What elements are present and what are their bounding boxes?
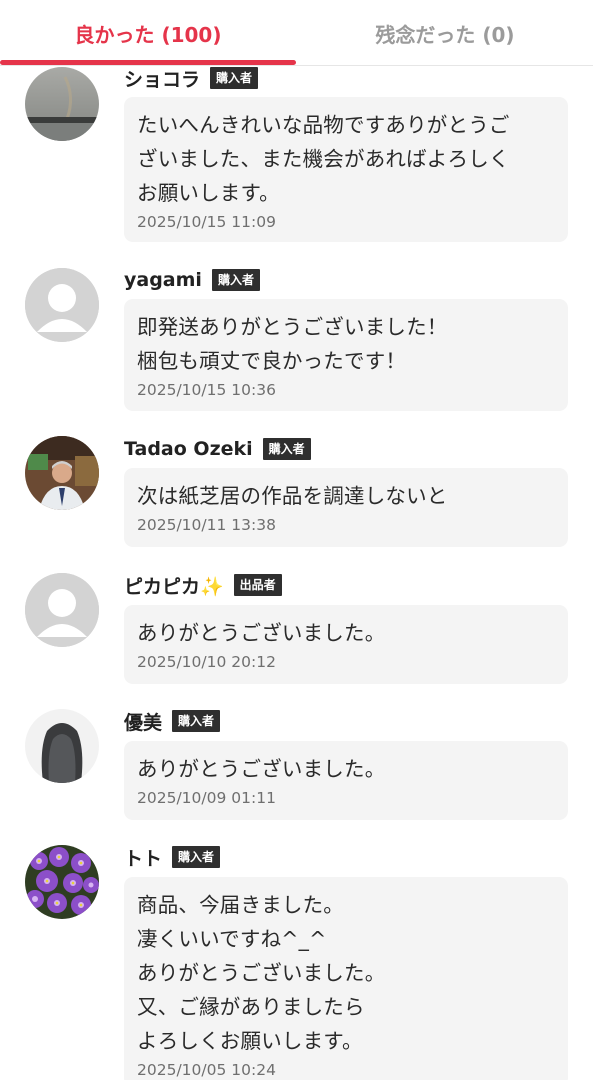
avatar[interactable] bbox=[25, 709, 99, 783]
review-date: 2025/10/11 13:38 bbox=[137, 516, 276, 534]
review-bubble: たいへんきれいな品物ですありがとうご ざいました、また機会があればよろしく お願… bbox=[124, 97, 568, 242]
review-message: 商品、今届きました。 凄くいいですね^_^ ありがとうございました。 又、ご縁が… bbox=[137, 893, 386, 1053]
avatar[interactable] bbox=[25, 573, 99, 647]
review-date: 2025/10/05 10:24 bbox=[137, 1061, 276, 1079]
review-bubble: ありがとうございました。 2025/10/10 20:12 bbox=[124, 605, 568, 684]
review-message: ありがとうございました。 bbox=[137, 621, 386, 645]
role-badge: 購入者 bbox=[211, 269, 260, 291]
username[interactable]: yagami bbox=[124, 269, 202, 291]
review-header: yagami 購入者 bbox=[124, 267, 260, 293]
review-message: ありがとうございました。 bbox=[137, 757, 386, 781]
review-date: 2025/10/15 10:36 bbox=[137, 381, 276, 399]
username[interactable]: Tadao Ozeki bbox=[124, 438, 253, 460]
review-header: トト 購入者 bbox=[124, 844, 221, 871]
review-header: 優美 購入者 bbox=[124, 708, 221, 735]
username[interactable]: 優美 bbox=[124, 708, 162, 735]
flowers-photo-icon bbox=[25, 845, 99, 919]
tab-good[interactable]: 良かった (100) bbox=[0, 0, 296, 66]
tab-bad-label: 残念だった (0) bbox=[375, 22, 515, 47]
review-date: 2025/10/15 11:09 bbox=[137, 213, 276, 231]
review-tabbar: 良かった (100) 残念だった (0) bbox=[0, 0, 593, 66]
hair-photo-icon bbox=[25, 709, 99, 783]
review-message: 次は紙芝居の作品を調達しないと bbox=[137, 484, 448, 508]
username[interactable]: ピカピカ✨ bbox=[124, 572, 224, 599]
review-message: 即発送ありがとうございました！ 梱包も頑丈で良かったです！ bbox=[137, 315, 448, 373]
avatar[interactable] bbox=[25, 268, 99, 342]
review-header: Tadao Ozeki 購入者 bbox=[124, 436, 311, 462]
review-bubble: ありがとうございました。 2025/10/09 01:11 bbox=[124, 741, 568, 820]
avatar[interactable] bbox=[25, 436, 99, 510]
review-bubble: 商品、今届きました。 凄くいいですね^_^ ありがとうございました。 又、ご縁が… bbox=[124, 877, 568, 1080]
tab-bad[interactable]: 残念だった (0) bbox=[297, 0, 593, 66]
role-badge: 出品者 bbox=[233, 574, 282, 596]
role-badge: 購入者 bbox=[210, 67, 259, 89]
username[interactable]: ショコラ bbox=[124, 65, 200, 92]
role-badge: 購入者 bbox=[172, 710, 221, 732]
role-badge: 購入者 bbox=[172, 846, 221, 868]
review-message: たいへんきれいな品物ですありがとうご ざいました、また機会があればよろしく お願… bbox=[137, 113, 510, 205]
default-user-icon bbox=[25, 573, 99, 647]
tab-good-label: 良かった (100) bbox=[74, 22, 222, 47]
review-date: 2025/10/09 01:11 bbox=[137, 789, 276, 807]
review-header: ショコラ 購入者 bbox=[124, 65, 259, 92]
person-photo-icon bbox=[25, 436, 99, 510]
review-header: ピカピカ✨ 出品者 bbox=[124, 572, 282, 598]
role-badge: 購入者 bbox=[262, 438, 311, 460]
avatar[interactable] bbox=[25, 845, 99, 919]
review-bubble: 次は紙芝居の作品を調達しないと 2025/10/11 13:38 bbox=[124, 468, 568, 547]
default-user-icon bbox=[25, 268, 99, 342]
review-bubble: 即発送ありがとうございました！ 梱包も頑丈で良かったです！ 2025/10/15… bbox=[124, 299, 568, 411]
username[interactable]: トト bbox=[124, 844, 162, 871]
landscape-photo-icon bbox=[25, 67, 99, 141]
avatar[interactable] bbox=[25, 67, 99, 141]
review-date: 2025/10/10 20:12 bbox=[137, 653, 276, 671]
